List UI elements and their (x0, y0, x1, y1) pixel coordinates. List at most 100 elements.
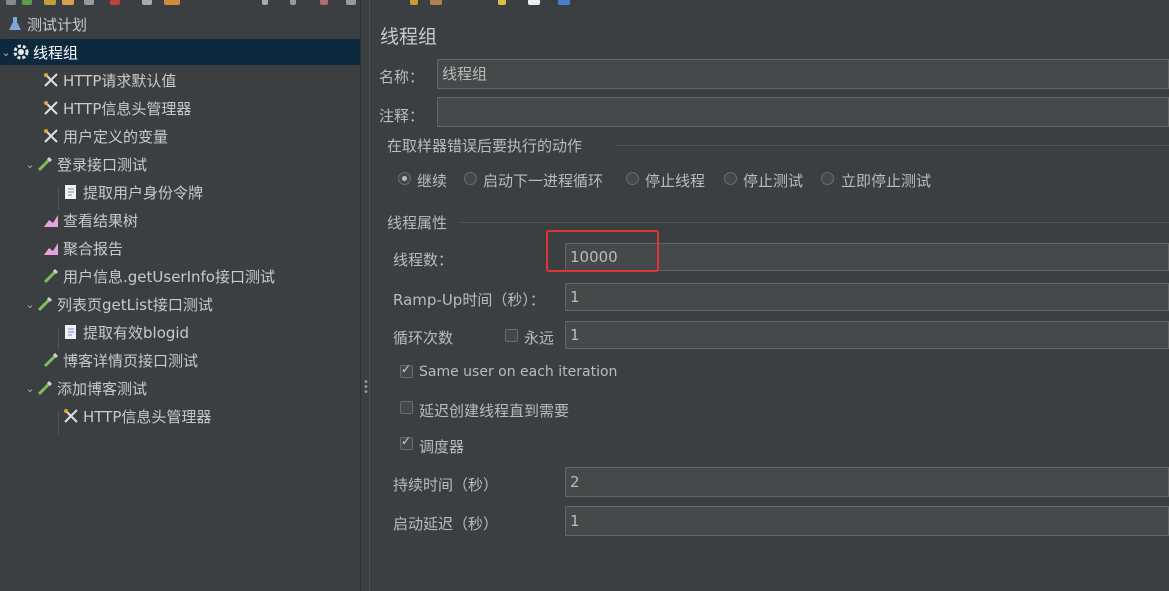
toolbar-button[interactable] (262, 0, 268, 5)
forever-label: 永远 (524, 329, 555, 347)
toolbar-button[interactable] (6, 0, 16, 5)
tree-item-add-blog-test[interactable]: ⌄ 添加博客测试 (0, 375, 360, 401)
tree-item-label: 登录接口测试 (57, 155, 148, 174)
tree-item-header-manager-2[interactable]: HTTP信息头管理器 (0, 403, 360, 429)
pipette-icon (37, 380, 53, 396)
startup-delay-field[interactable]: 1 (565, 506, 1169, 536)
thread-properties-section-title: 线程属性 (387, 214, 448, 232)
radio-stop-test[interactable] (724, 172, 737, 185)
document-icon (65, 325, 76, 339)
tree-item-label: 列表页getList接口测试 (57, 295, 213, 314)
page-title: 线程组 (380, 26, 438, 48)
loop-count-field[interactable]: 1 (565, 321, 1169, 349)
error-action-section-title: 在取样器错误后要执行的动作 (387, 137, 583, 155)
name-field[interactable]: 线程组 (437, 59, 1169, 89)
graph-icon (44, 243, 58, 255)
toolbar-button[interactable] (164, 0, 180, 5)
tree-item-test-plan[interactable]: 测试计划 (0, 11, 360, 37)
tree-item-getuserinfo-test[interactable]: 用户信息.getUserInfo接口测试 (0, 263, 360, 289)
toolbar-button[interactable] (430, 0, 442, 5)
toolbar-button[interactable] (62, 0, 74, 5)
flask-icon (9, 17, 21, 30)
name-label: 名称： (379, 68, 425, 86)
comment-label: 注释： (379, 107, 425, 125)
duration-field[interactable]: 2 (565, 467, 1169, 497)
toolbar-button[interactable] (110, 0, 120, 5)
radio-continue[interactable] (398, 172, 411, 185)
test-plan-tree: 测试计划 ⌄ 线程组 HTTP请求默认值 HTTP信息头管理器 用户定义的变量 … (0, 8, 360, 591)
toolbar (0, 0, 1169, 8)
graph-icon (44, 215, 58, 227)
radio-stop-thread[interactable] (626, 172, 639, 185)
chevron-down-icon[interactable]: ⌄ (24, 298, 36, 311)
radio-stop-test-now-label: 立即停止测试 (841, 172, 932, 190)
radio-start-next-loop[interactable] (464, 172, 477, 185)
tree-item-login-test[interactable]: ⌄ 登录接口测试 (0, 151, 360, 177)
wrench-icon (44, 101, 58, 115)
toolbar-button[interactable] (44, 0, 56, 5)
document-icon (65, 185, 76, 199)
toolbar-button[interactable] (142, 0, 152, 5)
chevron-down-icon[interactable]: ⌄ (0, 46, 12, 59)
comment-field[interactable] (437, 97, 1169, 127)
chevron-down-icon[interactable]: ⌄ (24, 382, 36, 395)
pipette-icon (43, 268, 59, 284)
toolbar-button[interactable] (84, 0, 94, 5)
scheduler-label: 调度器 (419, 438, 465, 456)
same-user-checkbox[interactable] (400, 362, 413, 378)
highlight-annotation-box (546, 230, 659, 272)
tree-item-user-variables[interactable]: 用户定义的变量 (0, 123, 360, 149)
wrench-icon (44, 129, 58, 143)
toolbar-button[interactable] (22, 0, 32, 5)
tree-item-label: 博客详情页接口测试 (63, 351, 199, 370)
radio-start-next-loop-label: 启动下一进程循环 (483, 172, 604, 190)
delay-thread-creation-label: 延迟创建线程直到需要 (419, 402, 570, 420)
tree-item-label: 查看结果树 (63, 211, 139, 230)
split-pane-divider[interactable] (360, 0, 370, 591)
delay-thread-creation-checkbox[interactable] (400, 401, 413, 414)
gear-icon (13, 44, 29, 60)
tree-item-aggregate-report[interactable]: 聚合报告 (0, 235, 360, 261)
chevron-down-icon[interactable]: ⌄ (24, 158, 36, 171)
same-user-label: Same user on each iteration (419, 364, 618, 380)
tree-item-extract-token[interactable]: 提取用户身份令牌 (0, 179, 360, 205)
startup-delay-label: 启动延迟（秒） (393, 515, 499, 533)
duration-label: 持续时间（秒） (393, 476, 499, 494)
tree-item-extract-blogid[interactable]: 提取有效blogid (0, 319, 360, 345)
tree-item-label: 聚合报告 (63, 239, 124, 258)
radio-continue-label: 继续 (417, 172, 448, 190)
tree-item-label: HTTP信息头管理器 (63, 99, 192, 118)
toolbar-button[interactable] (346, 0, 356, 5)
thread-group-panel: 线程组 名称： 线程组 注释： 在取样器错误后要执行的动作 继续 启动下一进程循… (370, 8, 1169, 591)
tree-item-label: 线程组 (33, 43, 79, 62)
forever-checkbox[interactable] (505, 329, 518, 342)
radio-stop-test-now[interactable] (821, 172, 834, 185)
rampup-field[interactable]: 1 (565, 283, 1169, 311)
radio-stop-thread-label: 停止线程 (645, 172, 706, 190)
toolbar-button[interactable] (320, 0, 328, 5)
tree-item-http-defaults[interactable]: HTTP请求默认值 (0, 67, 360, 93)
tree-item-label: HTTP信息头管理器 (83, 407, 212, 426)
tree-item-result-tree[interactable]: 查看结果树 (0, 207, 360, 233)
tree-item-label: 用户信息.getUserInfo接口测试 (63, 267, 275, 286)
toolbar-button[interactable] (498, 0, 506, 5)
tree-item-thread-group[interactable]: ⌄ 线程组 (0, 39, 360, 65)
pipette-icon (43, 352, 59, 368)
tree-item-label: HTTP请求默认值 (63, 71, 177, 90)
tree-item-label: 提取用户身份令牌 (83, 183, 204, 202)
toolbar-button[interactable] (410, 0, 418, 5)
pipette-icon (37, 156, 53, 172)
toolbar-button[interactable] (290, 0, 296, 5)
tree-item-label: 添加博客测试 (57, 379, 148, 398)
toolbar-button[interactable] (558, 0, 570, 5)
tree-item-label: 用户定义的变量 (63, 127, 169, 146)
rampup-label: Ramp-Up时间（秒）： (393, 291, 545, 309)
tree-item-label: 测试计划 (27, 15, 88, 34)
divider-grip-icon[interactable]: • • • (363, 378, 369, 398)
toolbar-button[interactable] (528, 0, 540, 5)
scheduler-checkbox[interactable] (400, 434, 413, 450)
tree-item-header-manager[interactable]: HTTP信息头管理器 (0, 95, 360, 121)
tree-item-getlist-test[interactable]: ⌄ 列表页getList接口测试 (0, 291, 360, 317)
wrench-icon (44, 73, 58, 87)
tree-item-blog-detail-test[interactable]: 博客详情页接口测试 (0, 347, 360, 373)
